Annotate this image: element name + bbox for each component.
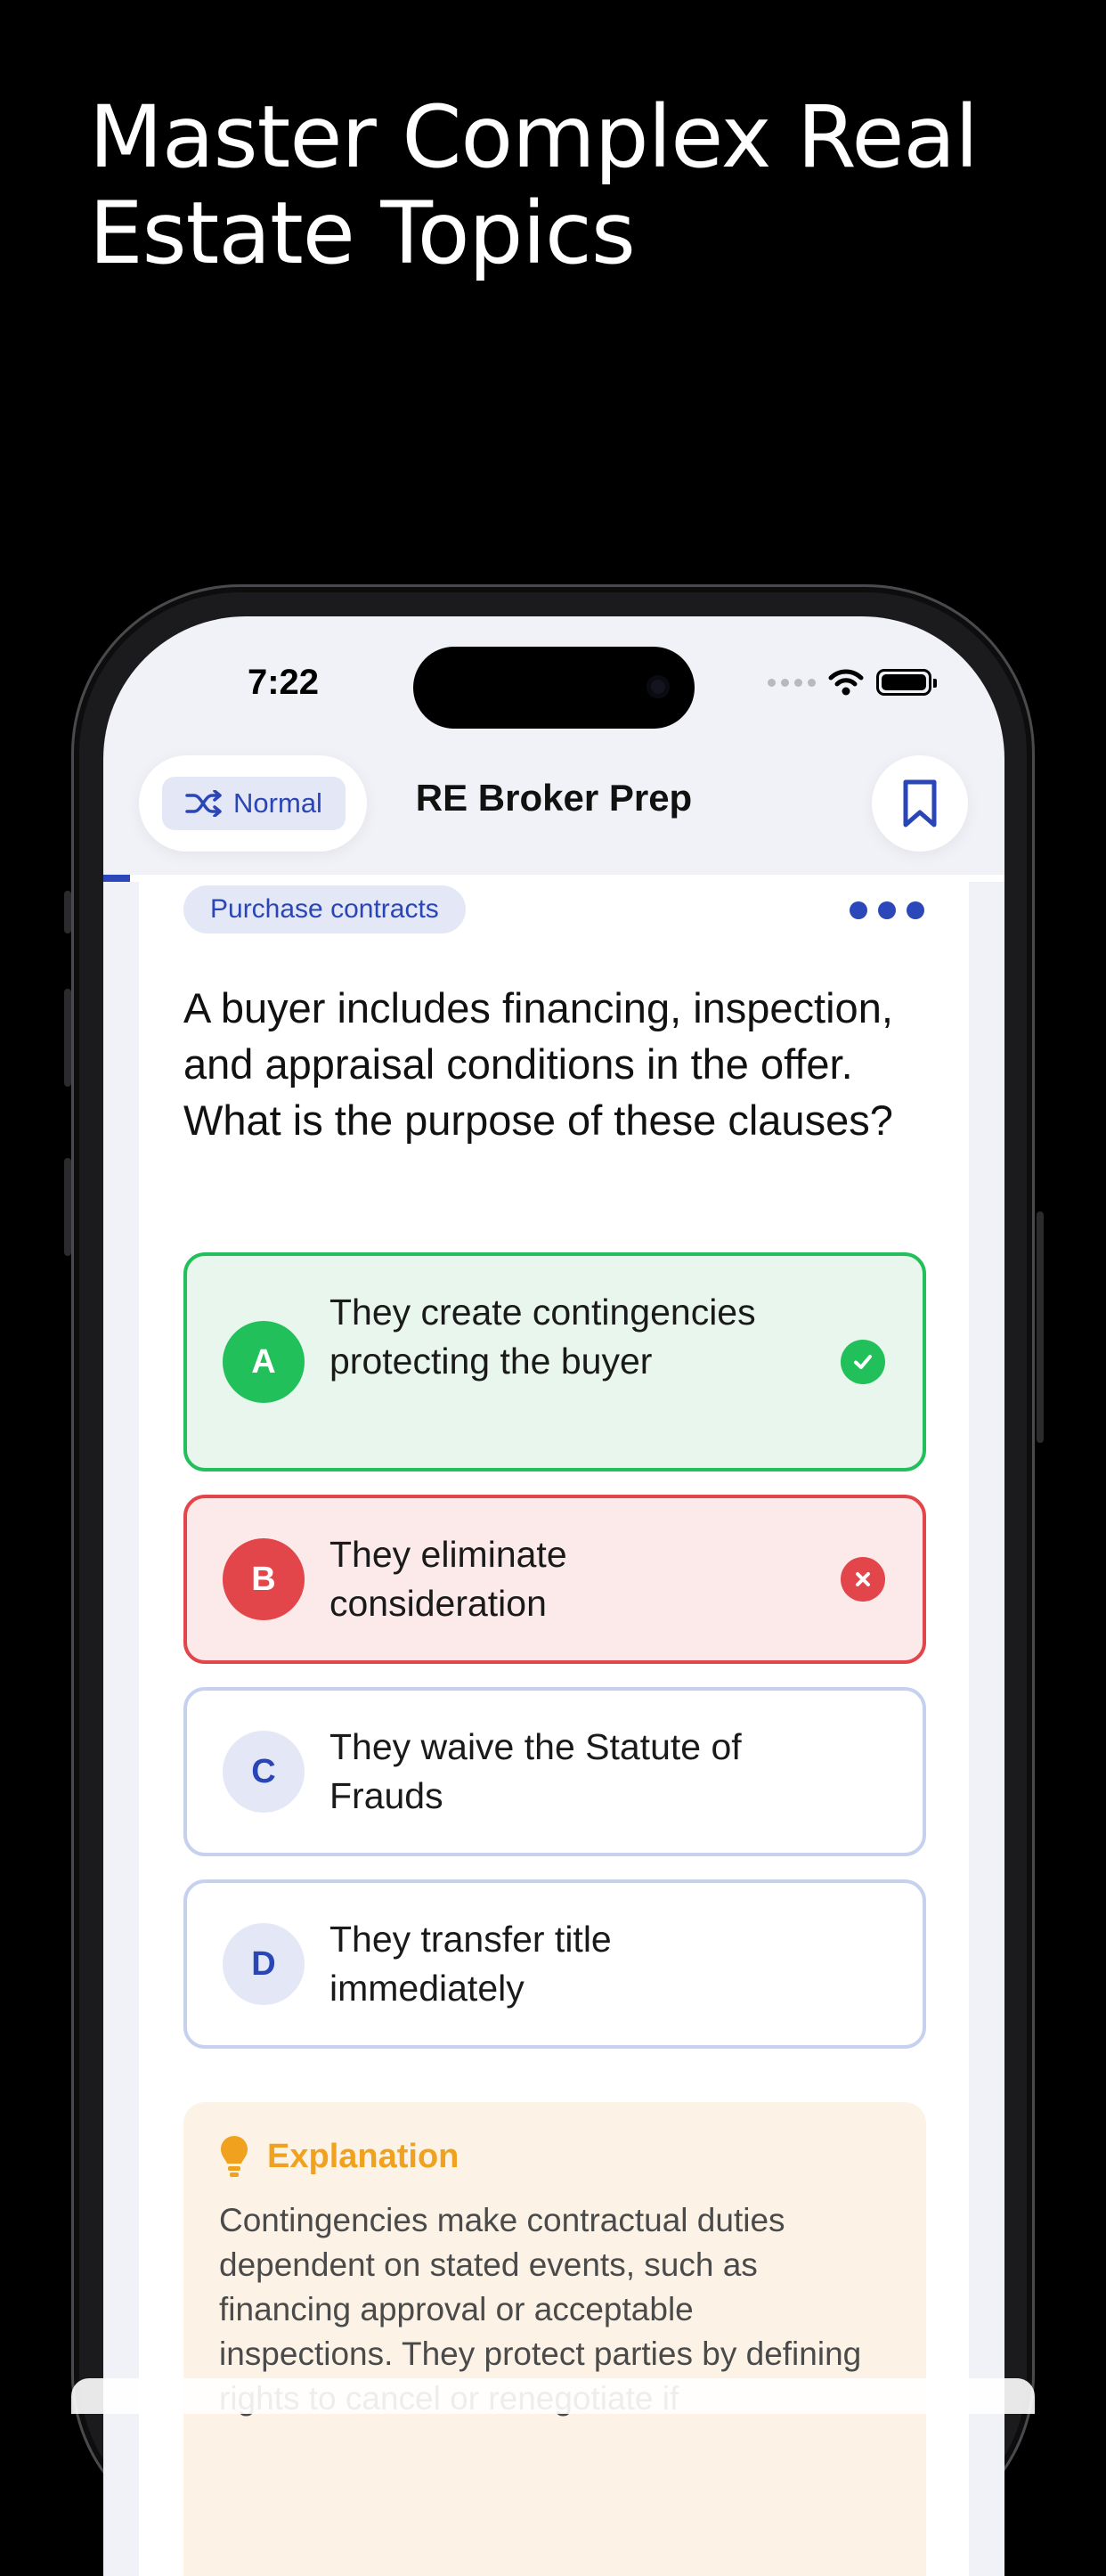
dynamic-island [413, 647, 695, 729]
option-text: They eliminate consideration [329, 1534, 567, 1624]
checkmark-icon [841, 1340, 885, 1384]
option-text: They create contingencies protecting the… [329, 1292, 756, 1382]
camera-icon [647, 675, 670, 698]
progress-fill [103, 875, 131, 882]
explanation-title: Explanation [267, 2137, 459, 2175]
more-options-icon[interactable] [850, 901, 924, 919]
question-text: A buyer includes financing, inspection, … [183, 984, 893, 1144]
option-letter: B [223, 1538, 305, 1620]
phone-side-button [64, 989, 71, 1087]
question-card: Purchase contracts A buyer includes fina… [139, 882, 969, 2576]
cellular-signal-icon [768, 678, 816, 687]
status-time: 7:22 [247, 663, 320, 702]
answer-option-b[interactable]: B They eliminate consideration [183, 1495, 926, 1664]
option-letter: D [223, 1923, 305, 2005]
answer-option-c[interactable]: C They waive the Statute of Frauds [183, 1687, 926, 1856]
shuffle-icon [185, 790, 222, 817]
option-letter: A [223, 1321, 305, 1403]
option-text: They transfer title immediately [329, 1919, 612, 2009]
bookmark-button[interactable] [872, 755, 968, 852]
battery-icon [876, 669, 937, 696]
status-icons [768, 668, 937, 697]
mode-pill[interactable]: Normal [162, 777, 346, 830]
option-letter: C [223, 1731, 305, 1813]
bookmark-icon [903, 779, 937, 827]
close-icon [841, 1557, 885, 1602]
wifi-icon [828, 669, 864, 696]
phone-side-button [64, 891, 71, 933]
mode-selector[interactable]: Normal [139, 755, 367, 852]
phone-side-button [64, 1158, 71, 1256]
explanation-panel: Explanation Contingencies make contractu… [183, 2102, 926, 2576]
answer-option-d[interactable]: D They transfer title immediately [183, 1879, 926, 2049]
answer-option-a[interactable]: A They create contingencies protecting t… [183, 1252, 926, 1471]
app-title: RE Broker Prep [415, 777, 693, 819]
progress-bar [103, 875, 1004, 882]
topic-chip: Purchase contracts [183, 885, 466, 933]
lightbulb-icon [221, 2136, 248, 2177]
phone-screen: 7:22 Normal RE Broker Prep Purchase cont… [103, 616, 1004, 2576]
bottom-sheet-edge [71, 2378, 1035, 2414]
phone-side-button [1037, 1211, 1044, 1443]
promo-headline: Master Complex Real Estate Topics [89, 87, 979, 283]
option-text: They waive the Statute of Frauds [329, 1726, 742, 1816]
mode-label: Normal [233, 787, 322, 819]
